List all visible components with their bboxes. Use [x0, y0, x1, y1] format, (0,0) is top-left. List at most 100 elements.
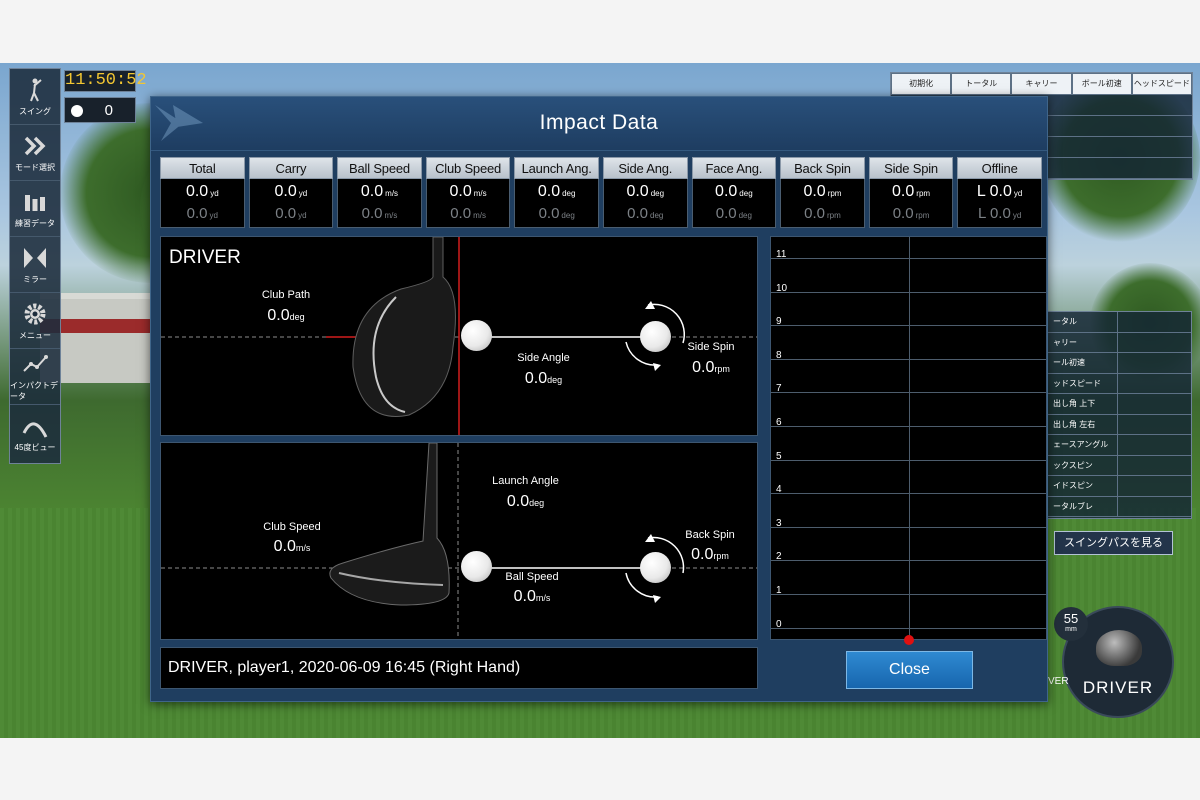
side-menu-label: 練習データ: [15, 218, 55, 228]
trajectory-gridline: [771, 459, 1046, 461]
side-menu-menu[interactable]: メニュー: [10, 293, 60, 349]
dialog-header: Impact Data: [151, 97, 1047, 151]
loft-unit: mm: [1065, 626, 1077, 633]
table-header: キャリー: [1011, 73, 1072, 95]
trajectory-level-label: 4: [776, 484, 782, 496]
trajectory-level-label: 8: [776, 349, 782, 361]
golf-ball-icon: [640, 552, 671, 583]
stat-club-speed: Club Speed 0.0 m/s 0.0 m/s: [425, 157, 511, 228]
club-side-text: VER: [1048, 676, 1069, 687]
trajectory-gridline: [771, 560, 1046, 562]
reset-header[interactable]: 初期化: [891, 73, 952, 95]
trajectory-level-label: 10: [776, 282, 788, 294]
side-menu-label: ミラー: [23, 274, 47, 284]
golf-ball-icon: [640, 321, 671, 352]
impact-marker: [904, 635, 914, 645]
side-menu-mode-select[interactable]: モード選択: [10, 125, 60, 181]
table-header: ヘッドスピード: [1131, 73, 1193, 95]
ball-speed-value: 0.0m/s: [513, 588, 551, 605]
stat-back-spin: Back Spin 0.0 rpm 0.0 rpm: [780, 157, 865, 228]
stats-row: ータル: [1047, 312, 1191, 333]
stats-row: イドスピン: [1047, 476, 1191, 497]
stat-face-angle: Face Ang. 0.0 deg 0.0 deg: [691, 157, 777, 228]
mirror-icon: [24, 247, 46, 268]
trajectory-level-label: 1: [776, 585, 782, 596]
bar-chart-icon: [25, 194, 45, 211]
stats-row: ェースアングル: [1047, 435, 1191, 456]
loft-value: 55: [1063, 611, 1079, 626]
club-speed-value: 0.0m/s: [273, 538, 311, 555]
dialog-title: Impact Data: [539, 111, 659, 134]
center-line: [909, 237, 910, 639]
stat-side-angle: Side Ang. 0.0 deg 0.0 deg: [602, 157, 688, 228]
stat-offline: Offline L 0.0 yd L 0.0 yd: [957, 157, 1042, 228]
shot-info-bar: DRIVER, player1, 2020-06-09 16:45 (Right…: [160, 647, 758, 689]
impact-data-dialog: Impact Data Total 0.0 yd 0.0 yd Carry 0.0 y…: [150, 96, 1048, 702]
side-spin-value: 0.0rpm: [692, 359, 730, 376]
stats-row: ータルブレ: [1047, 496, 1191, 517]
impact-stats-bar: Total 0.0 yd 0.0 yd Carry 0.0 yd 0.0 yd Ball…: [160, 157, 1042, 228]
side-menu-45-view[interactable]: 45度ビュー: [10, 405, 60, 461]
stats-row: ャリー: [1047, 332, 1191, 353]
trajectory-level-label: 5: [776, 450, 782, 462]
double-chevron-icon: [24, 136, 46, 155]
trajectory-gridline: [771, 291, 1046, 293]
stat-carry: Carry 0.0 yd 0.0 yd: [248, 157, 334, 228]
loft-badge: 55 mm: [1054, 607, 1088, 641]
top-view-panel: DRIVER Club Path 0.0deg Side Angle 0.0de…: [160, 236, 758, 436]
stat-launch-angle: Launch Ang. 0.0 deg 0.0 deg: [514, 157, 599, 228]
club-speed-label: Club Speed: [263, 521, 321, 533]
side-menu-practice-data[interactable]: 練習データ: [10, 181, 60, 237]
trajectory-level-label: 7: [776, 383, 782, 395]
ball-count-display: 0: [64, 97, 136, 123]
trajectory-level-label: 0: [776, 618, 782, 630]
ball-count: 0: [104, 102, 113, 119]
club-path-value: 0.0deg: [267, 307, 305, 324]
table-header: ボール初速: [1071, 73, 1132, 95]
stats-list: ータル ャリー ール初速 ッドスピード 出し角 上下 出し角 左右 ェースアング…: [1046, 311, 1192, 519]
trajectory-level-label: 11: [776, 249, 787, 260]
trajectory-gridline: [771, 493, 1046, 495]
stats-row: 出し角 上下: [1047, 394, 1191, 415]
side-angle-label: Side Angle: [517, 352, 570, 364]
gear-icon: [24, 303, 46, 324]
stat-total: Total 0.0 yd 0.0 yd: [160, 157, 245, 228]
trajectory-gridline: [771, 325, 1046, 327]
golf-ball-icon: [461, 320, 492, 351]
side-view-diagram: [161, 443, 757, 639]
side-menu-impact-data[interactable]: インパクトデータ: [10, 349, 60, 405]
stats-row: 出し角 左右: [1047, 414, 1191, 435]
side-menu: スイング モード選択 練習データ ミラー メニュー インパクトデータ 45度ビュ…: [9, 68, 61, 464]
trajectory-gridline: [771, 426, 1046, 427]
side-menu-label: メニュー: [19, 330, 51, 340]
trajectory-level-label: 6: [776, 417, 782, 428]
trajectory-level-label: 9: [776, 316, 782, 328]
trajectory-gridline: [771, 526, 1046, 528]
side-view-panel: Club Speed 0.0m/s Launch Angle 0.0deg Ba…: [160, 442, 758, 640]
trajectory-gridline: [771, 258, 1046, 259]
back-spin-label: Back Spin: [685, 529, 735, 541]
side-menu-mirror[interactable]: ミラー: [10, 237, 60, 293]
ball-icon: [71, 105, 83, 117]
launch-angle-label: Launch Angle: [492, 475, 559, 487]
launch-angle-value: 0.0deg: [506, 493, 545, 510]
club-path-label: Club Path: [261, 289, 311, 301]
side-menu-swing[interactable]: スイング: [10, 69, 60, 125]
driver-head-icon: [1096, 630, 1142, 666]
stat-side-spin: Side Spin 0.0 rpm 0.0 rpm: [868, 157, 954, 228]
club-label: DRIVER: [1082, 678, 1154, 697]
trajectory-level-label: 2: [776, 551, 782, 563]
view-swing-path-button[interactable]: スイングパスを見る: [1054, 531, 1173, 555]
stat-ball-speed: Ball Speed 0.0 m/s 0.0 m/s: [337, 157, 422, 228]
stats-row: ール初速: [1047, 353, 1191, 374]
side-menu-label: 45度ビュー: [14, 443, 56, 452]
side-menu-label: モード選択: [15, 162, 55, 172]
close-button[interactable]: Close: [846, 651, 973, 689]
trajectory-gridline: [771, 392, 1046, 394]
line-chart-icon: [23, 355, 48, 372]
trajectory-gridline: [771, 358, 1046, 360]
back-spin-value: 0.0rpm: [691, 546, 729, 563]
side-menu-label: スイング: [19, 106, 51, 116]
golfer-icon: [30, 78, 42, 101]
golf-ball-icon: [461, 551, 492, 582]
